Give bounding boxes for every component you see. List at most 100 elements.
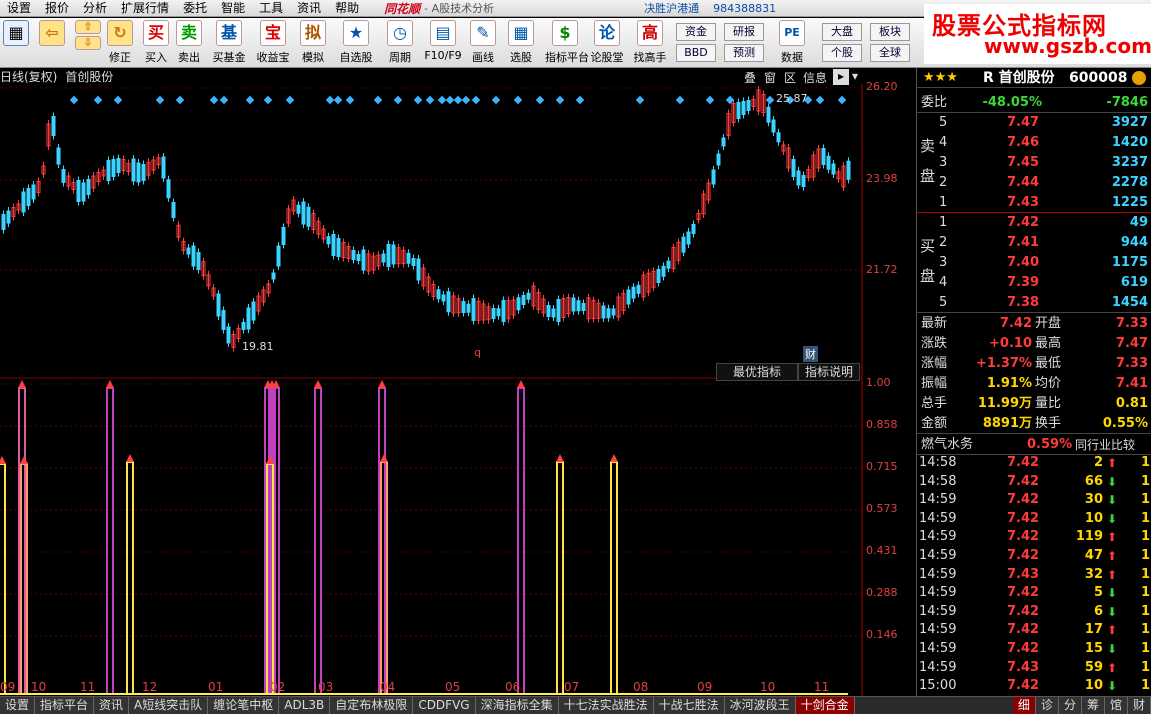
range-button[interactable]: 区 bbox=[784, 69, 796, 85]
menu-smart[interactable]: 智能 bbox=[214, 0, 252, 16]
tick-list[interactable]: 14:58 7.42 2 ⬆ 1 14:58 7.42 66 ⬇ 1 14:59 7.42 30 ⬇ 1… bbox=[917, 454, 1151, 696]
play-icon[interactable]: ▸ bbox=[833, 69, 849, 85]
period-button[interactable]: ◷ 周期 bbox=[383, 20, 417, 65]
stock-picker-button[interactable]: ▦ 选股 bbox=[504, 20, 538, 65]
ask-level: 5 bbox=[939, 115, 948, 130]
sector-name[interactable]: 燃气水务 bbox=[921, 435, 973, 455]
tab-ten-swords[interactable]: 十剑合金 bbox=[795, 697, 855, 714]
menu-quote[interactable]: 报价 bbox=[38, 0, 76, 16]
globe-icon[interactable] bbox=[1132, 71, 1146, 85]
tab-deep-sea[interactable]: 深海指标全集 bbox=[475, 697, 559, 714]
menu-help[interactable]: 帮助 bbox=[328, 0, 366, 16]
indicator-arrow bbox=[610, 454, 618, 462]
tab-short-attack[interactable]: A短线突击队 bbox=[129, 697, 209, 714]
find-expert-button[interactable]: 高找高手 bbox=[632, 20, 668, 65]
single-stock-button[interactable]: 个股 bbox=[822, 44, 862, 62]
candle-body bbox=[301, 201, 306, 225]
arrow-up-icon: ⇧ bbox=[75, 20, 101, 34]
tab-diagnose[interactable]: 诊 bbox=[1035, 697, 1059, 714]
indicator-platform-button[interactable]: $ 指标平台 bbox=[545, 20, 589, 65]
data-button[interactable]: PE 数据 bbox=[774, 20, 810, 65]
watchlist-button[interactable]: ★ 自选股 bbox=[336, 20, 376, 65]
ask-volume: 2278 bbox=[1111, 175, 1148, 190]
menu-news[interactable]: 资讯 bbox=[290, 0, 328, 16]
signal-diamond bbox=[155, 95, 165, 105]
sector-button[interactable]: 板块 bbox=[870, 23, 910, 41]
sell-button[interactable]: 卖卖出 bbox=[173, 20, 205, 65]
candle-body bbox=[136, 162, 141, 183]
financial-marker[interactable]: 财 bbox=[803, 346, 818, 362]
income-treasure-button[interactable]: 宝收益宝 bbox=[254, 20, 292, 65]
candle-body bbox=[446, 291, 451, 313]
menu-trade[interactable]: 委托 bbox=[176, 0, 214, 16]
info-button[interactable]: 信息 bbox=[803, 69, 827, 85]
arrow-down-icon: ⬇ bbox=[1107, 679, 1118, 694]
sector-row[interactable]: 燃气水务 0.59% 同行业比较 bbox=[917, 435, 1151, 455]
window-button[interactable]: 窗 bbox=[764, 69, 776, 85]
buy-fund-button[interactable]: 基买基金 bbox=[210, 20, 248, 65]
tab-cddfvg[interactable]: CDDFVG bbox=[413, 697, 476, 714]
fix-button[interactable]: ↻ 修正 bbox=[104, 20, 136, 65]
forecast-button[interactable]: 预测 bbox=[724, 44, 764, 62]
best-indicator-button[interactable]: 最优指标 bbox=[716, 363, 798, 381]
chart-header: 日线(复权) 首创股份 bbox=[0, 68, 113, 85]
grid-lines bbox=[0, 87, 862, 637]
buy-button[interactable]: 买买入 bbox=[140, 20, 172, 65]
bid-book: 买盘 1 7.42 49 2 7.41 944 3 7.40 1175 4 7.39 619 5… bbox=[917, 213, 1151, 313]
candle-body bbox=[681, 236, 686, 253]
tick-row: 14:59 7.42 47 ⬆ 1 bbox=[919, 548, 1151, 563]
menu-ext-quote[interactable]: 扩展行情 bbox=[114, 0, 176, 16]
indicator-desc-button[interactable]: 指标说明 bbox=[798, 363, 860, 381]
tab-settings[interactable]: 设置 bbox=[0, 697, 36, 714]
signal-diamond bbox=[219, 95, 229, 105]
signal-diamond bbox=[535, 95, 545, 105]
tab-library[interactable]: 馆 bbox=[1104, 697, 1128, 714]
tab-bollinger[interactable]: 自定布林极限 bbox=[330, 697, 414, 714]
global-button[interactable]: 全球 bbox=[870, 44, 910, 62]
f10-button[interactable]: ▤ F10/F9 bbox=[424, 20, 462, 62]
tab-detail[interactable]: 细 bbox=[1012, 697, 1036, 714]
tab-minute[interactable]: 分 bbox=[1058, 697, 1082, 714]
tab-chan-theory[interactable]: 缠论笔中枢 bbox=[208, 697, 280, 714]
tab-seventeen-methods[interactable]: 十七法实战胜法 bbox=[558, 697, 654, 714]
draw-line-button[interactable]: ✎ 画线 bbox=[466, 20, 500, 65]
candle-body bbox=[21, 191, 26, 213]
pe-icon: PE bbox=[779, 20, 805, 46]
candle-body bbox=[736, 102, 741, 119]
forum-button[interactable]: 论论股堂 bbox=[589, 20, 625, 65]
layout-icon[interactable]: ▦ bbox=[0, 20, 32, 46]
market-button[interactable]: 大盘 bbox=[822, 23, 862, 41]
tab-glacier[interactable]: 冰河波段王 bbox=[724, 697, 796, 714]
stat-value: 8891万 bbox=[982, 416, 1032, 431]
tab-adl3b[interactable]: ADL3B bbox=[279, 697, 331, 714]
data-label: 数据 bbox=[781, 51, 803, 64]
x-label: 05 bbox=[445, 680, 461, 694]
back-button[interactable]: ⇦ bbox=[36, 20, 68, 46]
candle-body bbox=[636, 284, 641, 294]
sector-compare-link[interactable]: 同行业比较 bbox=[1075, 435, 1135, 455]
tab-finance[interactable]: 财 bbox=[1127, 697, 1151, 714]
signal-diamond bbox=[425, 95, 435, 105]
x-label: 03 bbox=[318, 680, 334, 694]
kline-chart-area[interactable]: 日线(复权) 首创股份 叠 窗 区 信息 ▸ ▾ 26.20 23.98 21.… bbox=[0, 68, 916, 696]
bid-volume: 619 bbox=[1120, 275, 1148, 290]
overlay-button[interactable]: 叠 bbox=[744, 69, 756, 85]
candle-body bbox=[546, 305, 551, 317]
bbd-button[interactable]: BBD bbox=[676, 44, 716, 62]
capital-button[interactable]: 资金 bbox=[676, 23, 716, 41]
tab-chips[interactable]: 筹 bbox=[1081, 697, 1105, 714]
menu-analysis[interactable]: 分析 bbox=[76, 0, 114, 16]
chart-mode[interactable]: 日线(复权) bbox=[0, 70, 57, 84]
menu-tools[interactable]: 工具 bbox=[252, 0, 290, 16]
candle-body bbox=[746, 100, 751, 111]
menu-settings[interactable]: 设置 bbox=[0, 0, 38, 16]
research-button[interactable]: 研报 bbox=[724, 23, 764, 41]
tab-indicator-platform[interactable]: 指标平台 bbox=[35, 697, 95, 714]
up-down-button[interactable]: ⇧ ⇩ bbox=[74, 20, 102, 50]
simulate-button[interactable]: 拟模拟 bbox=[297, 20, 329, 65]
stat-value: 0.81 bbox=[1115, 396, 1148, 411]
tab-news[interactable]: 资讯 bbox=[94, 697, 130, 714]
chevron-down-icon[interactable]: ▾ bbox=[852, 69, 858, 85]
tab-ten-battles[interactable]: 十战七胜法 bbox=[653, 697, 725, 714]
hk-connect-link[interactable]: 决胜沪港通 bbox=[644, 0, 699, 16]
